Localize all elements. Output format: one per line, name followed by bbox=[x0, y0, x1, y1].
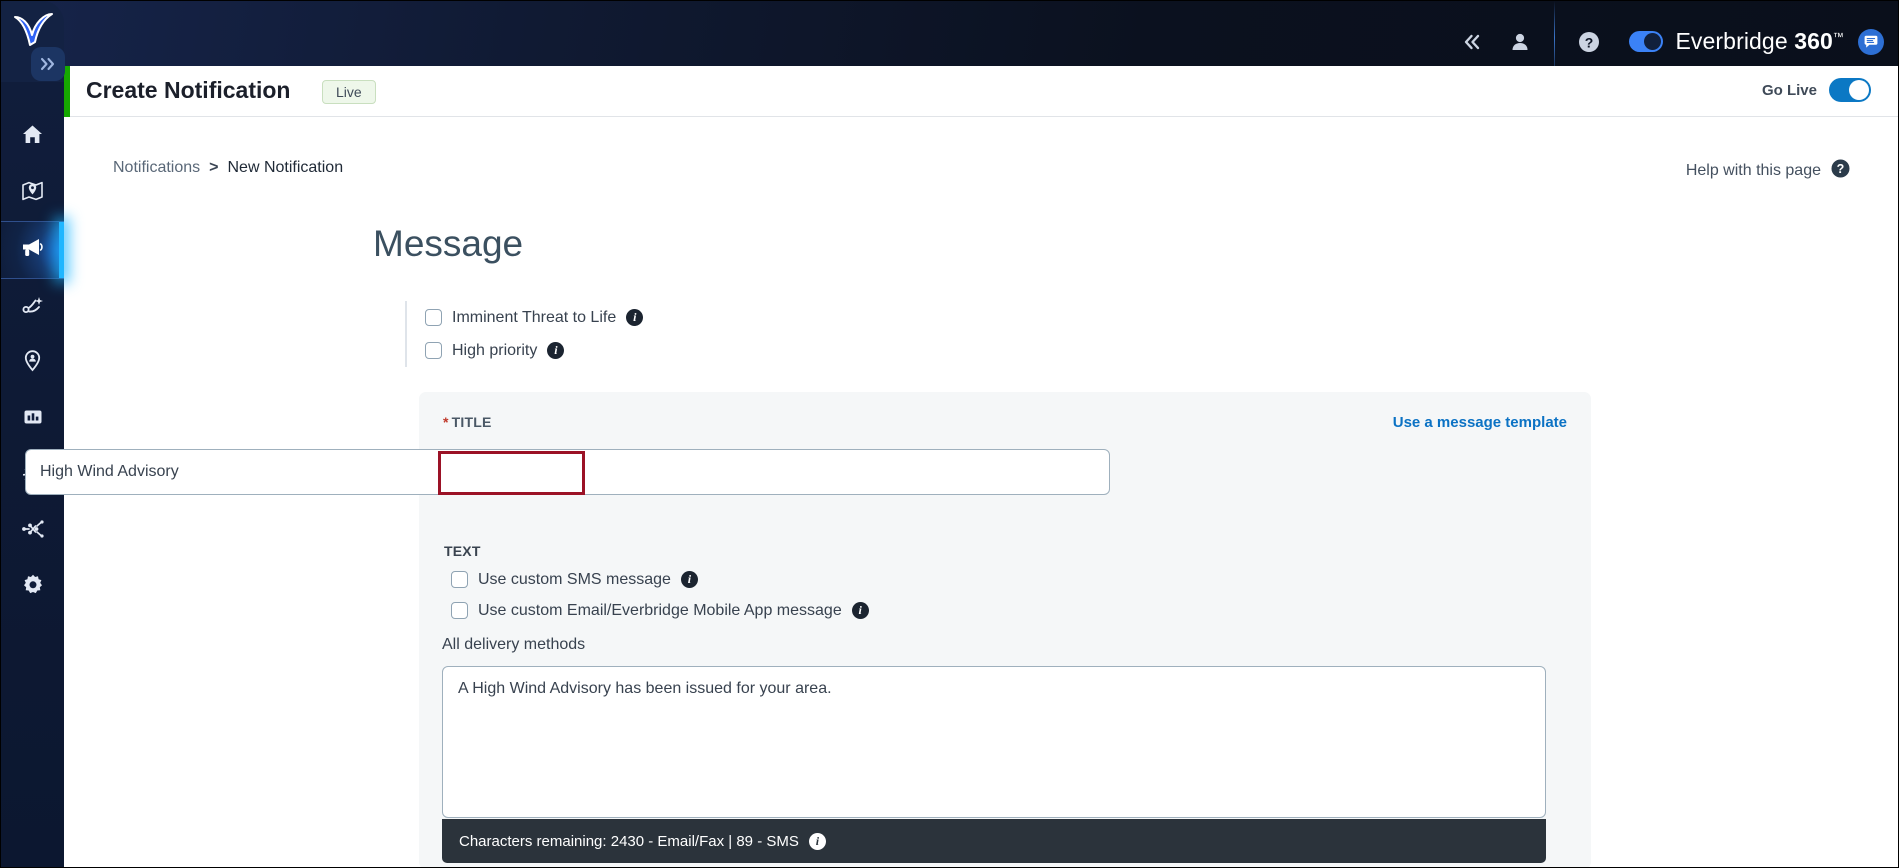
workflow-branch-icon bbox=[21, 293, 45, 322]
home-icon bbox=[21, 123, 44, 151]
breadcrumb-separator: > bbox=[209, 159, 219, 176]
brand-mode-toggle[interactable] bbox=[1629, 31, 1664, 52]
help-with-this-page-label: Help with this page bbox=[1685, 162, 1821, 179]
imminent-threat-info-icon[interactable]: i bbox=[626, 309, 644, 326]
go-live-toggle[interactable] bbox=[1829, 78, 1871, 102]
svg-text:?: ? bbox=[1585, 34, 1594, 50]
required-marker: * bbox=[443, 414, 449, 430]
breadcrumb-current: New Notification bbox=[227, 159, 344, 176]
high-priority-row[interactable]: High priority i bbox=[425, 334, 643, 367]
imminent-threat-label: Imminent Threat to Life bbox=[452, 308, 617, 326]
help-icon[interactable]: ? bbox=[1565, 22, 1613, 62]
sidebar-item-map[interactable] bbox=[1, 165, 64, 221]
custom-email-row[interactable]: Use custom Email/Everbridge Mobile App m… bbox=[451, 595, 869, 626]
breadcrumb: Notifications > New Notification bbox=[113, 159, 343, 177]
breadcrumb-parent-link[interactable]: Notifications bbox=[113, 159, 200, 177]
svg-text:?: ? bbox=[1837, 162, 1845, 176]
character-counter-bar: Characters remaining: 2430 - Email/Fax |… bbox=[442, 819, 1546, 863]
custom-sms-label: Use custom SMS message bbox=[478, 570, 671, 588]
title-field-label: * TITLE bbox=[443, 414, 492, 430]
brand-prefix: Everbridge bbox=[1675, 28, 1795, 54]
app-window: ? Everbridge 360™ Create Notification Li… bbox=[0, 0, 1899, 868]
user-account-icon[interactable] bbox=[1496, 22, 1544, 62]
title-label-row: * TITLE Use a message template bbox=[443, 414, 1567, 431]
page-header: Create Notification Live Go Live bbox=[64, 66, 1898, 117]
network-nodes-icon bbox=[21, 517, 45, 546]
all-delivery-methods-label: All delivery methods bbox=[442, 636, 586, 653]
section-heading: Message bbox=[373, 223, 524, 264]
megaphone-icon bbox=[20, 235, 45, 265]
brand-title: Everbridge 360™ bbox=[1675, 28, 1844, 55]
page-accent-bar bbox=[64, 66, 70, 117]
go-live-control: Go Live bbox=[1762, 78, 1871, 102]
title-input[interactable] bbox=[25, 449, 1110, 495]
custom-email-label: Use custom Email/Everbridge Mobile App m… bbox=[478, 601, 842, 619]
message-body-textarea[interactable] bbox=[442, 666, 1546, 818]
custom-email-info-icon[interactable]: i bbox=[851, 602, 869, 619]
sidebar-item-travel-risk[interactable] bbox=[1, 335, 64, 391]
sidebar-item-reports[interactable] bbox=[1, 391, 64, 447]
brand-trademark: ™ bbox=[1832, 31, 1844, 44]
map-location-icon bbox=[21, 179, 44, 207]
go-live-label: Go Live bbox=[1761, 81, 1817, 99]
collapse-panel-icon[interactable] bbox=[1448, 22, 1496, 62]
chat-icon[interactable] bbox=[1858, 28, 1884, 55]
bar-chart-icon bbox=[22, 406, 44, 433]
sidebar-expand-button[interactable] bbox=[31, 47, 65, 81]
page-title: Create Notification bbox=[86, 77, 291, 103]
priority-options-group: Imminent Threat to Life i High priority … bbox=[405, 301, 644, 367]
imminent-threat-checkbox[interactable] bbox=[425, 309, 442, 326]
custom-email-checkbox[interactable] bbox=[451, 602, 468, 619]
title-label-text: TITLE bbox=[451, 414, 492, 430]
sidebar-item-workflows[interactable] bbox=[1, 279, 64, 335]
sidebar-item-settings[interactable] bbox=[1, 559, 64, 615]
everbridge-logo[interactable] bbox=[11, 11, 55, 49]
custom-sms-row[interactable]: Use custom SMS message i bbox=[451, 564, 869, 595]
high-priority-info-icon[interactable]: i bbox=[547, 342, 565, 359]
sidebar-item-home[interactable] bbox=[1, 109, 64, 165]
brand-block: Everbridge 360™ bbox=[1629, 28, 1844, 55]
help-circle-icon: ? bbox=[1831, 159, 1850, 183]
custom-sms-info-icon[interactable]: i bbox=[680, 571, 698, 588]
custom-sms-checkbox[interactable] bbox=[451, 571, 468, 588]
character-counter-info-icon[interactable]: i bbox=[808, 832, 826, 850]
map-pin-person-icon bbox=[21, 349, 44, 377]
use-message-template-link[interactable]: Use a message template bbox=[1393, 414, 1567, 431]
gear-icon bbox=[21, 573, 45, 602]
high-priority-checkbox[interactable] bbox=[425, 342, 442, 359]
text-section-label: TEXT bbox=[444, 543, 481, 559]
text-options-group: Use custom SMS message i Use custom Emai… bbox=[451, 564, 869, 626]
character-counter-text: Characters remaining: 2430 - Email/Fax |… bbox=[459, 832, 799, 850]
help-with-this-page-link[interactable]: Help with this page ? bbox=[1686, 159, 1850, 183]
sidebar-item-integrations[interactable] bbox=[1, 503, 64, 559]
sidebar-item-notifications[interactable] bbox=[1, 221, 64, 279]
status-badge: Live bbox=[322, 80, 376, 104]
brand-number: 360 bbox=[1794, 28, 1833, 54]
high-priority-label: High priority bbox=[452, 341, 538, 359]
imminent-threat-row[interactable]: Imminent Threat to Life i bbox=[425, 301, 644, 334]
